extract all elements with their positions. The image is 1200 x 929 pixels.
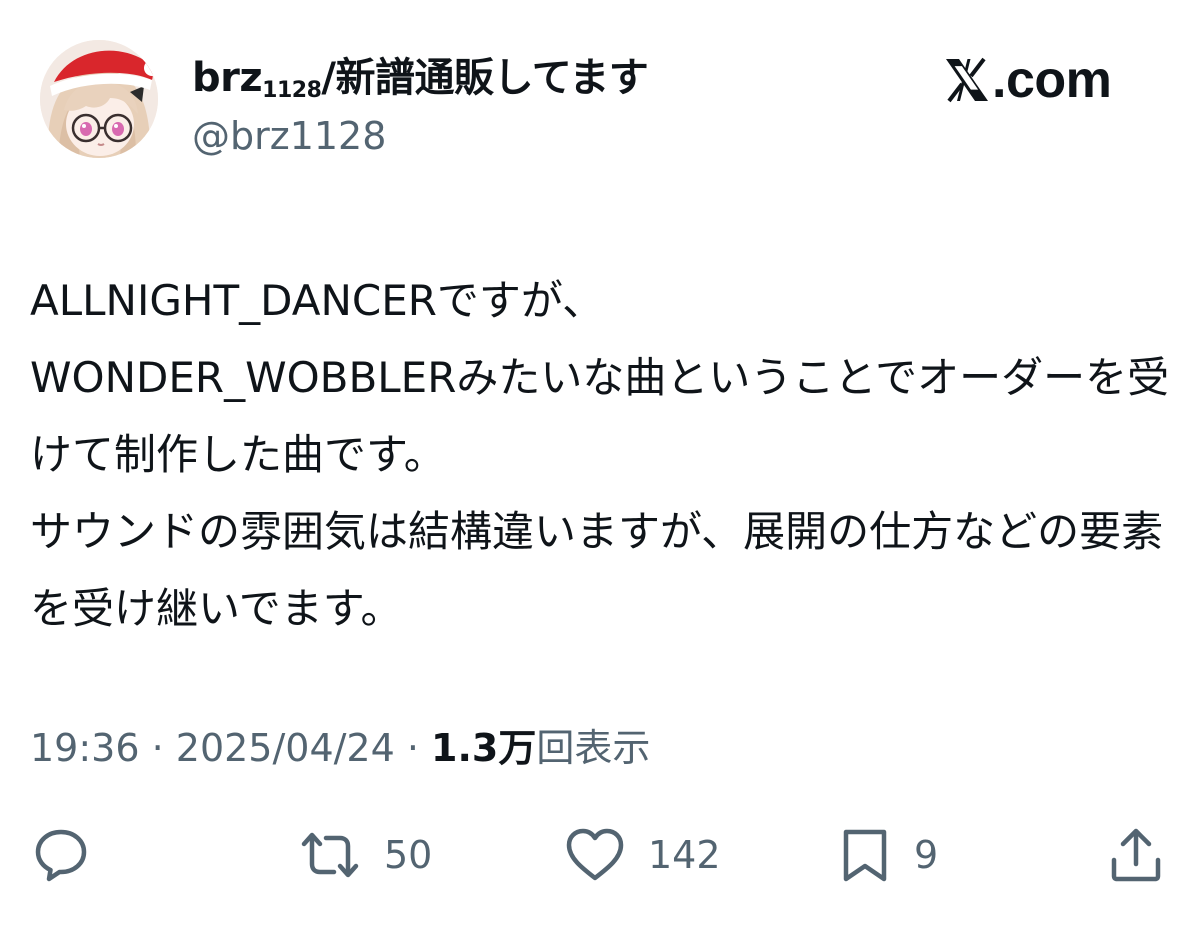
like-count: 142 bbox=[648, 833, 721, 877]
author-handle[interactable]: @brz1128 bbox=[192, 112, 386, 160]
author-name-main: brz bbox=[192, 55, 263, 101]
repost-count: 50 bbox=[384, 833, 433, 877]
tweet-text: ALLNIGHT_DANCERですが、 WONDER_WOBBLERみたいな曲と… bbox=[30, 276, 1170, 633]
heart-icon bbox=[566, 828, 624, 881]
brand-watermark: .com bbox=[944, 51, 1112, 109]
view-count-label: 回表示 bbox=[536, 726, 651, 770]
like-button[interactable]: 142 bbox=[564, 820, 721, 890]
share-button[interactable] bbox=[1108, 820, 1186, 890]
meta-separator: · bbox=[394, 726, 432, 770]
view-count[interactable]: 1.3万 bbox=[431, 726, 536, 770]
avatar-image bbox=[40, 40, 158, 158]
author-name-rest: /新譜通販してます bbox=[321, 55, 649, 101]
repost-icon bbox=[301, 832, 359, 878]
meta-separator: · bbox=[139, 726, 176, 770]
bookmark-button[interactable]: 9 bbox=[838, 820, 938, 890]
author-name-subscript: 1128 bbox=[262, 78, 322, 103]
bookmark-count: 9 bbox=[914, 833, 939, 877]
tweet-date[interactable]: 2025/04/24 bbox=[176, 726, 395, 770]
author-display-name[interactable]: brz1128/新譜通販してます bbox=[192, 52, 649, 117]
reply-icon bbox=[35, 829, 87, 882]
action-bar: 50 142 9 bbox=[0, 820, 1200, 890]
reply-button[interactable] bbox=[32, 820, 112, 890]
x-logo-icon bbox=[946, 57, 988, 103]
repost-button[interactable]: 50 bbox=[298, 820, 432, 890]
tweet-meta: 19:36 · 2025/04/24 · 1.3万回表示 bbox=[30, 722, 650, 774]
bookmark-icon bbox=[843, 829, 887, 882]
share-icon bbox=[1111, 828, 1161, 882]
avatar[interactable] bbox=[40, 40, 158, 158]
tweet-time[interactable]: 19:36 bbox=[30, 726, 140, 770]
brand-text: .com bbox=[992, 51, 1112, 109]
